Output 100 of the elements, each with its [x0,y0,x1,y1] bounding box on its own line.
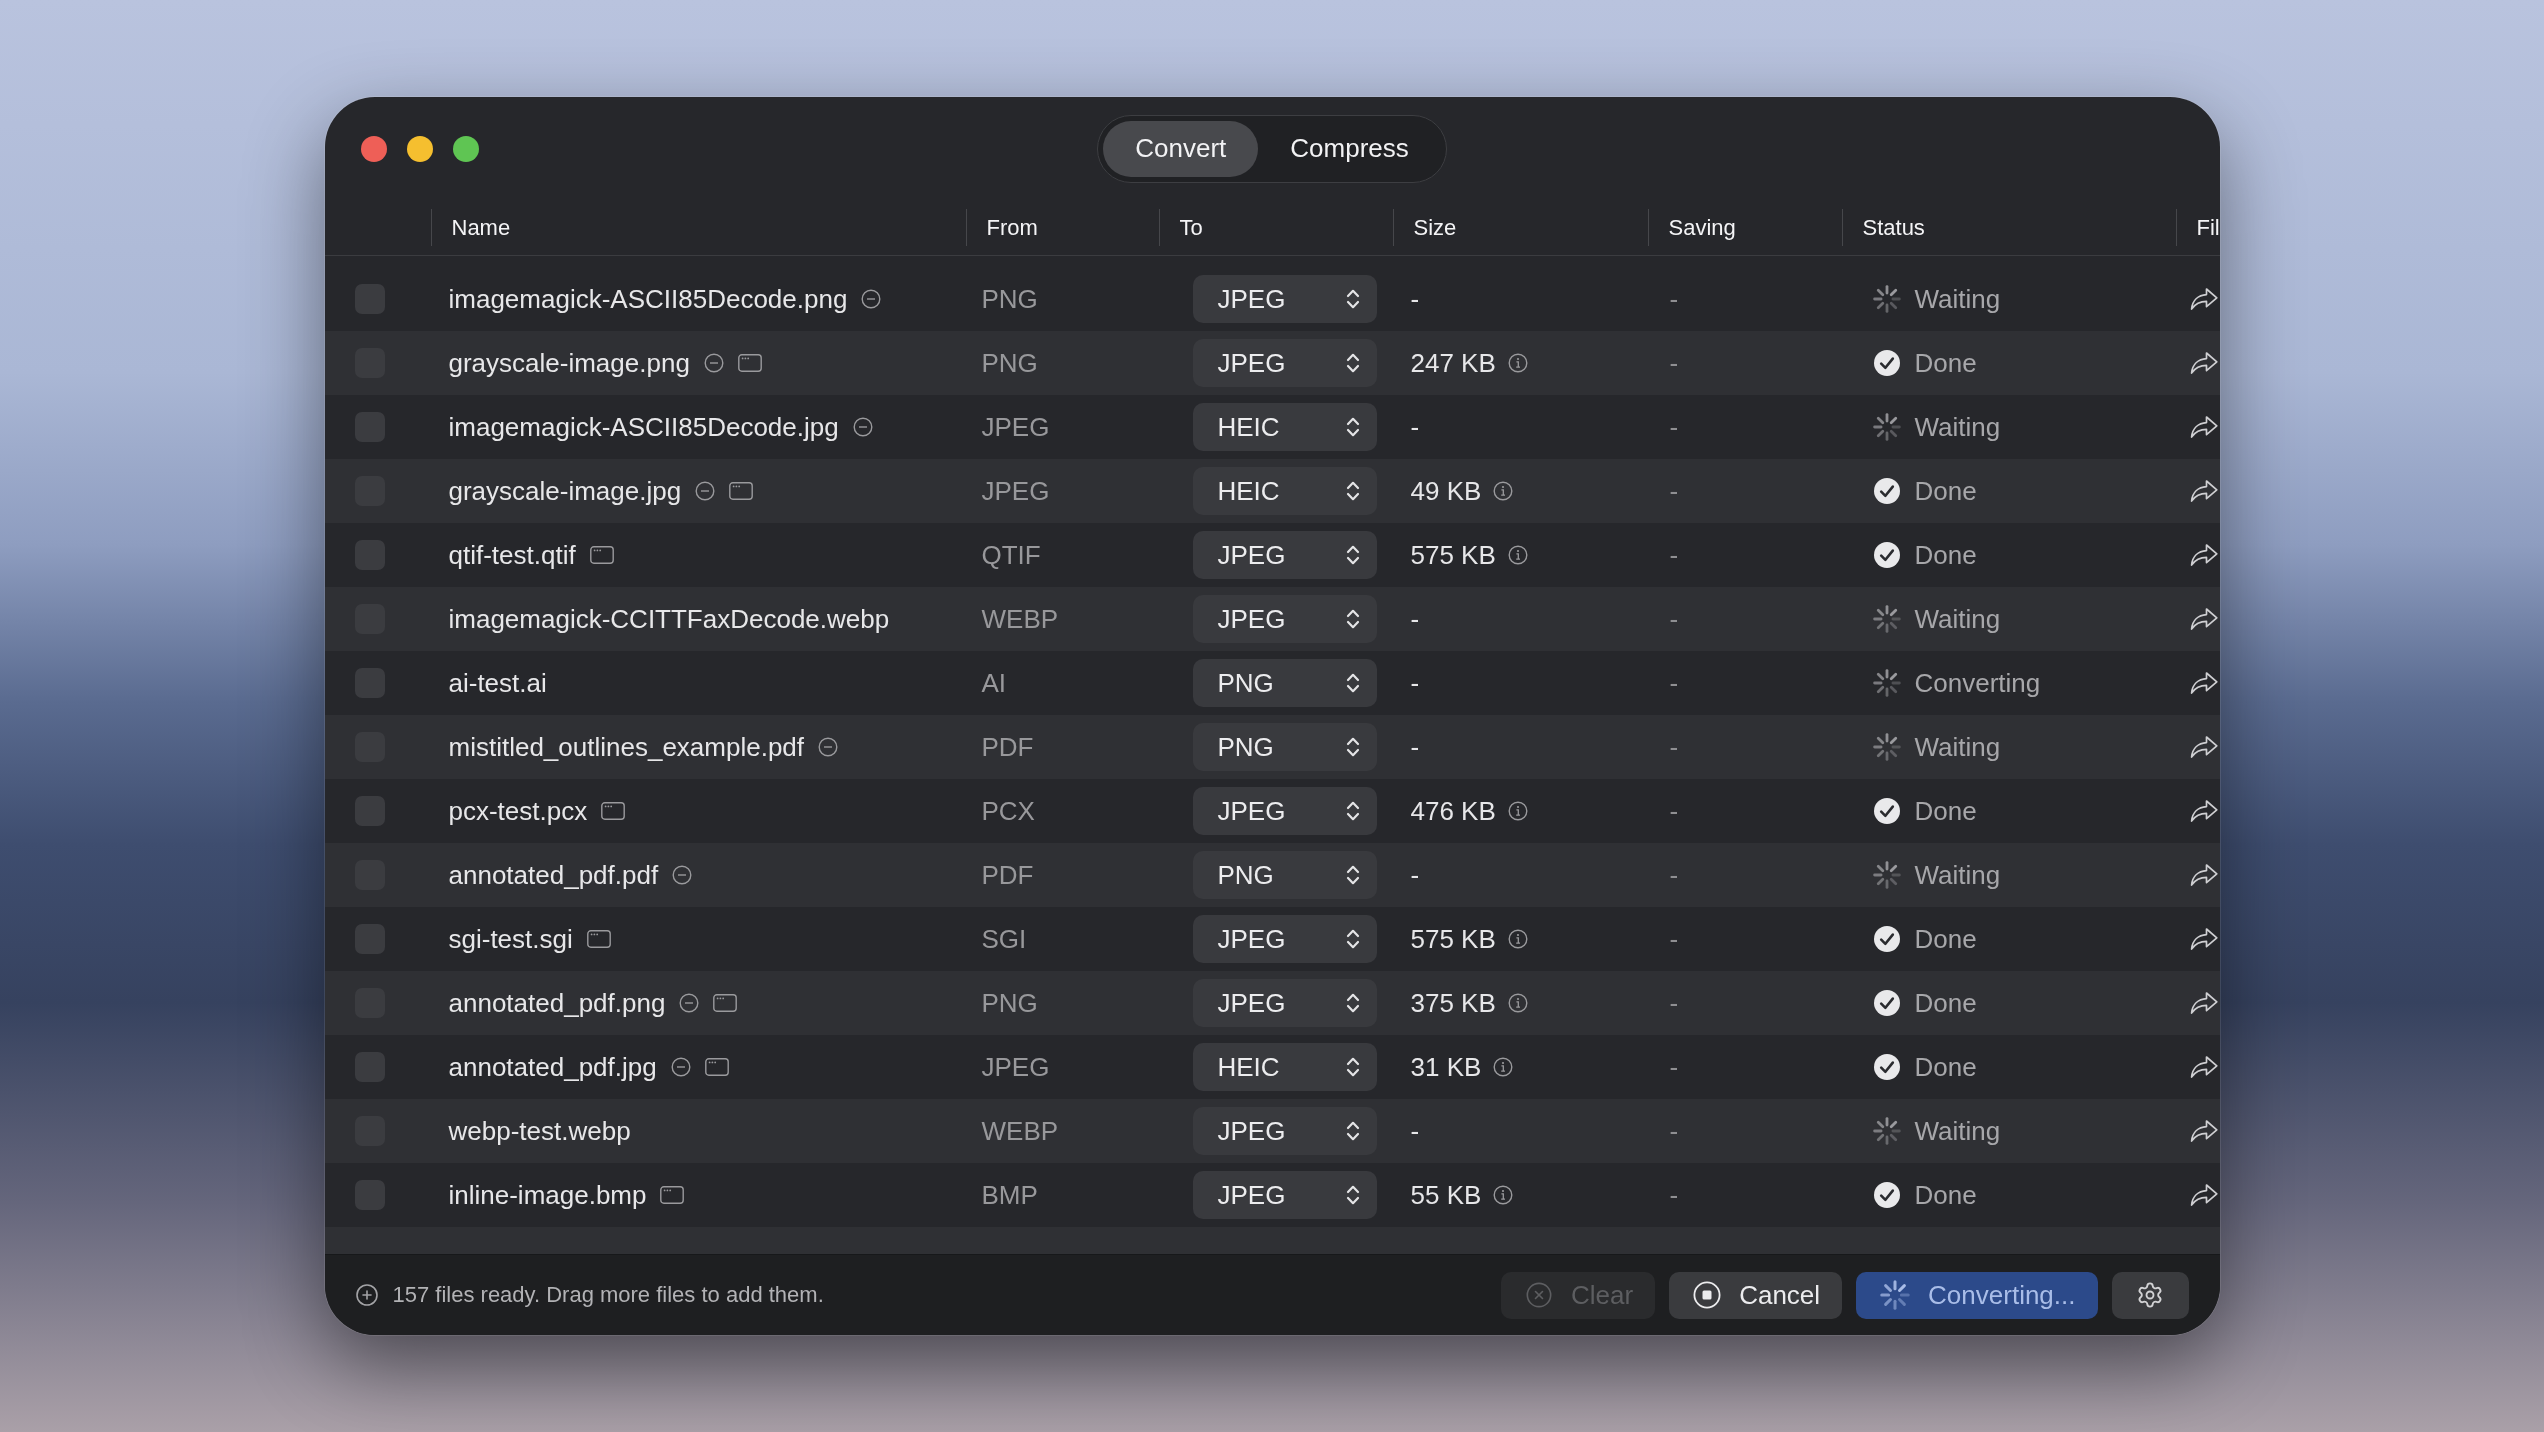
up-down-chevron-icon [1345,607,1360,631]
spinner-icon [1880,1280,1911,1310]
file-name: annotated_pdf.jpg [448,1051,657,1083]
up-down-chevron-icon [1345,287,1360,311]
file-size: 375 KB [1410,987,1496,1019]
saving-value: - [1669,1179,1679,1211]
share-icon[interactable] [2189,863,2218,887]
up-down-chevron-icon [1345,415,1360,439]
file-name: imagemagick-ASCII85Decode.jpg [448,411,839,443]
info-icon[interactable] [1493,1185,1514,1205]
saving-value: - [1669,283,1679,315]
format-dropdown[interactable]: PNG [1192,723,1377,771]
format-dropdown[interactable]: JPEG [1192,339,1377,387]
format-dropdown[interactable]: PNG [1192,851,1377,899]
column-header[interactable]: From [965,200,1159,255]
format-dropdown[interactable]: JPEG [1192,787,1377,835]
up-down-chevron-icon [1345,671,1360,695]
share-icon[interactable] [2189,479,2218,503]
mode-tab[interactable]: Convert [1103,120,1259,177]
column-header[interactable]: Saving [1647,200,1842,255]
format-dropdown[interactable]: HEIC [1192,467,1377,515]
share-icon[interactable] [2189,543,2218,567]
mode-tab[interactable]: Compress [1258,120,1441,177]
stop-icon [1693,1281,1722,1309]
file-name: qtif-test.qtif [448,539,576,571]
share-icon[interactable] [2189,799,2218,823]
column-header[interactable]: Status [1841,200,2176,255]
file-size: 575 KB [1410,923,1496,955]
share-icon[interactable] [2189,415,2218,439]
up-down-chevron-icon [1345,991,1360,1015]
format-dropdown[interactable]: PNG [1192,659,1377,707]
cancel-button[interactable]: Cancel [1669,1271,1843,1319]
column-header[interactable]: Fil [2175,200,2220,255]
column-header[interactable]: Size [1392,200,1648,255]
settings-button[interactable] [2111,1271,2189,1319]
saving-value: - [1669,1051,1679,1083]
info-icon[interactable] [1493,1057,1514,1077]
share-icon[interactable] [2189,287,2218,311]
up-down-chevron-icon [1345,1055,1360,1079]
file-name: annotated_pdf.pdf [448,859,659,891]
status-text: Done [1914,347,1977,379]
file-size: - [1410,1115,1420,1147]
file-name: grayscale-image.png [448,347,690,379]
info-icon[interactable] [1507,801,1528,821]
minimize-icon[interactable] [406,135,433,162]
format-dropdown[interactable]: JPEG [1192,531,1377,579]
file-name: imagemagick-ASCII85Decode.png [448,283,848,315]
info-icon[interactable] [1507,929,1528,949]
status-text: Waiting [1914,1115,2001,1147]
source-format: PNG [981,987,1038,1019]
format-dropdown[interactable]: JPEG [1192,595,1377,643]
source-format: AI [981,667,1007,699]
window-icon [589,546,614,564]
status-text: Done [1914,1051,1977,1083]
share-icon[interactable] [2189,991,2218,1015]
window-icon [704,1058,729,1076]
share-icon[interactable] [2189,351,2218,375]
file-size: 49 KB [1410,475,1482,507]
share-icon[interactable] [2189,1183,2218,1207]
minus-circle-icon [679,993,700,1013]
format-dropdown[interactable]: HEIC [1192,403,1377,451]
status-text: Waiting [1914,731,2001,763]
format-dropdown[interactable]: JPEG [1192,1171,1377,1219]
file-size: 31 KB [1410,1051,1482,1083]
share-icon[interactable] [2189,735,2218,759]
info-icon[interactable] [1507,993,1528,1013]
source-format: QTIF [981,539,1041,571]
format-dropdown[interactable]: JPEG [1192,979,1377,1027]
close-icon[interactable] [360,135,387,162]
status-message: 157 files ready. Drag more files to add them. [392,1282,825,1308]
share-icon[interactable] [2189,1119,2218,1143]
up-down-chevron-icon [1345,351,1360,375]
share-icon[interactable] [2189,671,2218,695]
file-size: 55 KB [1410,1179,1482,1211]
file-size: - [1410,603,1420,635]
info-icon[interactable] [1507,545,1528,565]
info-icon[interactable] [1493,481,1514,501]
plus-circle-icon[interactable] [354,1283,379,1307]
fullscreen-icon[interactable] [452,135,479,162]
source-format: PCX [981,795,1035,827]
column-header[interactable]: Name [430,200,966,255]
file-size: 247 KB [1410,347,1496,379]
format-dropdown[interactable]: HEIC [1192,1043,1377,1091]
info-icon[interactable] [1507,353,1528,373]
status-text: Waiting [1914,283,2001,315]
source-format: PDF [981,859,1034,891]
share-icon[interactable] [2189,1055,2218,1079]
column-header[interactable]: To [1158,200,1393,255]
format-dropdown[interactable]: JPEG [1192,915,1377,963]
up-down-chevron-icon [1345,543,1360,567]
format-dropdown[interactable]: JPEG [1192,275,1377,323]
share-icon[interactable] [2189,607,2218,631]
file-size: - [1410,859,1420,891]
progress-button[interactable]: Converting... [1856,1271,2098,1319]
source-format: JPEG [981,1051,1050,1083]
up-down-chevron-icon [1345,1119,1360,1143]
saving-value: - [1669,411,1679,443]
share-icon[interactable] [2189,927,2218,951]
format-dropdown[interactable]: JPEG [1192,1107,1377,1155]
up-down-chevron-icon [1345,927,1360,951]
